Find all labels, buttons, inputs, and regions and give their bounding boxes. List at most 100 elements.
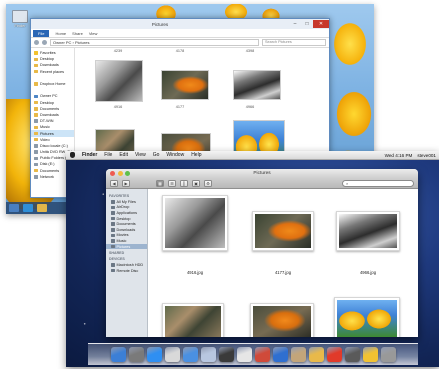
start-icon[interactable] bbox=[9, 204, 19, 212]
dock-app-icon[interactable] bbox=[128, 347, 144, 362]
close-button[interactable]: ✕ bbox=[313, 20, 329, 28]
file-explorer-icon[interactable] bbox=[37, 204, 47, 212]
file-caption: 4239 bbox=[113, 49, 123, 53]
minimize-button[interactable]: – bbox=[289, 20, 301, 28]
photo-preview bbox=[255, 214, 311, 248]
folder-icon bbox=[111, 200, 115, 204]
file-name[interactable]: 4966.jpg bbox=[338, 270, 398, 275]
menubar-user[interactable]: steve001 bbox=[417, 153, 436, 158]
explorer-ribbon: File Home Share View bbox=[31, 29, 329, 38]
menubar-clock[interactable]: Wed 4:16 PM bbox=[385, 153, 413, 158]
dock-app-icon[interactable] bbox=[308, 347, 324, 362]
ribbon-tab-home[interactable]: Home bbox=[55, 31, 66, 36]
ribbon-tab-file[interactable]: File bbox=[33, 29, 50, 37]
file-thumbnail[interactable] bbox=[95, 60, 143, 102]
drive-icon bbox=[34, 150, 38, 154]
file-thumbnail[interactable] bbox=[334, 297, 400, 337]
ribbon-tab-view[interactable]: View bbox=[89, 31, 98, 36]
photo-preview bbox=[165, 198, 225, 248]
sidebar-item[interactable]: Pictures bbox=[106, 243, 147, 250]
finder-titlebar[interactable]: Pictures bbox=[106, 169, 418, 178]
finder-title: Pictures bbox=[253, 171, 271, 176]
forward-arrow-icon[interactable] bbox=[42, 40, 47, 45]
search-input[interactable]: Search Pictures bbox=[262, 39, 326, 46]
dock-app-icon[interactable] bbox=[182, 347, 198, 362]
dock-app-icon[interactable] bbox=[254, 347, 270, 362]
maximize-button[interactable]: □ bbox=[301, 20, 313, 28]
dock-app-icon[interactable] bbox=[344, 347, 360, 362]
list-view-button[interactable]: ☰ bbox=[168, 179, 176, 187]
forward-button[interactable]: ▶ bbox=[122, 179, 130, 187]
file-caption: 4966 bbox=[245, 105, 255, 109]
nav-item-label: Documents bbox=[40, 106, 60, 111]
desktop-shortcut[interactable]: Finder bbox=[10, 10, 30, 28]
folder-icon bbox=[34, 57, 38, 62]
dock-app-icon[interactable] bbox=[110, 347, 126, 362]
menu-view[interactable]: View bbox=[135, 152, 146, 158]
file-name[interactable]: 4916.jpg bbox=[165, 270, 225, 275]
menu-go[interactable]: Go bbox=[153, 152, 160, 158]
sidebar-section-header: SHARED bbox=[109, 251, 125, 256]
ribbon-tab-share[interactable]: Share bbox=[72, 31, 83, 36]
photo-preview bbox=[253, 306, 311, 337]
mac-desktop: Finder File Edit View Go Window Help Wed… bbox=[66, 151, 439, 367]
sidebar-item-label: Documents bbox=[116, 222, 136, 227]
file-thumbnail[interactable] bbox=[161, 70, 209, 100]
sidebar-section-header: FAVORITES bbox=[109, 194, 130, 198]
menu-finder[interactable]: Finder bbox=[82, 152, 97, 158]
dock-app-icon[interactable] bbox=[326, 347, 342, 362]
back-button[interactable]: ◀ bbox=[110, 179, 118, 187]
dock-app-icon[interactable] bbox=[200, 347, 216, 362]
folder-icon bbox=[111, 205, 115, 210]
file-thumbnail[interactable] bbox=[233, 70, 281, 100]
dock-app-icon[interactable] bbox=[380, 347, 396, 362]
file-thumbnail[interactable] bbox=[162, 195, 228, 251]
sidebar-item-label: Movies bbox=[116, 233, 129, 238]
sidebar-item-label: Desktop bbox=[116, 216, 131, 221]
file-name[interactable]: 4177.jpg bbox=[253, 270, 313, 275]
dock-app-icon[interactable] bbox=[362, 347, 378, 362]
explorer-titlebar[interactable]: Pictures – □ ✕ bbox=[31, 19, 329, 29]
sidebar-item-label: All My Files bbox=[116, 199, 136, 204]
apple-menu-icon[interactable] bbox=[70, 152, 75, 158]
file-caption: 4177 bbox=[175, 105, 185, 109]
menu-window[interactable]: Window bbox=[166, 152, 184, 158]
drive-icon bbox=[34, 144, 38, 148]
menu-file[interactable]: File bbox=[104, 152, 112, 158]
nav-item-label: Music bbox=[40, 125, 50, 130]
icon-view-button[interactable]: ▦ bbox=[156, 179, 164, 187]
photo-preview bbox=[337, 300, 397, 337]
address-bar[interactable]: Owner PC › Pictures bbox=[50, 39, 259, 46]
dock-app-icon[interactable] bbox=[218, 347, 234, 362]
file-caption: 4398 bbox=[245, 49, 255, 53]
folder-icon bbox=[111, 244, 115, 249]
menu-help[interactable]: Help bbox=[191, 152, 201, 158]
dock-app-icon[interactable] bbox=[164, 347, 180, 362]
sidebar-item-label: Macintosh HDD bbox=[116, 263, 144, 268]
menu-edit[interactable]: Edit bbox=[119, 152, 128, 158]
file-thumbnail[interactable] bbox=[252, 211, 314, 251]
file-thumbnail[interactable] bbox=[162, 303, 224, 337]
photo-preview bbox=[165, 306, 221, 337]
menubar-status: Wed 4:16 PM steve001 bbox=[385, 153, 439, 158]
search-icon: ⌕ bbox=[346, 180, 349, 186]
folder-icon bbox=[34, 107, 38, 111]
folder-icon bbox=[111, 233, 115, 238]
dock-app-icon[interactable] bbox=[146, 347, 162, 362]
dock-app-icon[interactable] bbox=[290, 347, 306, 362]
arrange-button[interactable]: ⚙ bbox=[204, 179, 212, 187]
file-thumbnail[interactable] bbox=[336, 211, 400, 251]
search-input[interactable]: ⌕ bbox=[342, 179, 414, 187]
dock-app-icon[interactable] bbox=[272, 347, 288, 362]
finder-window[interactable]: Pictures ◀ ▶ ▦ ☰ ┃ ▣ ⚙ ⌕ FAVORITES All My… bbox=[106, 169, 418, 337]
nav-item-label: Desktop bbox=[40, 100, 54, 105]
sidebar-item[interactable]: Remote Disc bbox=[106, 268, 147, 274]
folder-icon bbox=[34, 168, 38, 173]
coverflow-view-button[interactable]: ▣ bbox=[192, 179, 200, 187]
back-arrow-icon[interactable] bbox=[34, 40, 39, 45]
column-view-button[interactable]: ┃ bbox=[180, 179, 188, 187]
file-thumbnail[interactable] bbox=[250, 303, 314, 337]
dock-app-icon[interactable] bbox=[236, 347, 252, 362]
file-caption: 4916 bbox=[113, 105, 123, 109]
internet-explorer-icon[interactable] bbox=[23, 204, 33, 212]
